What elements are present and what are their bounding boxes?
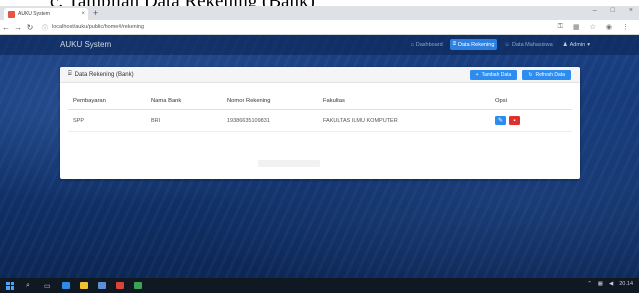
users-icon: ☺ [504, 41, 511, 48]
panel-actions: + Tambah Data ↻ Refresh Data [469, 70, 571, 80]
refresh-data-button[interactable]: ↻ Refresh Data [522, 70, 571, 80]
search-icon[interactable]: ⌕ [26, 282, 34, 289]
rekening-table: Pembayaran Nama Bank Nomor Rekening Faku… [68, 93, 572, 132]
nav-data-rekening[interactable]: ⌸ Data Rekening [449, 39, 498, 50]
bookmark-star-icon[interactable]: ☆ [590, 23, 596, 31]
bank-icon: ⌸ [68, 71, 72, 77]
clock[interactable]: 20.14 [619, 281, 633, 287]
browser-tab[interactable]: AUKU System × [4, 8, 88, 20]
cell-pembayaran: SPP [68, 109, 146, 132]
home-icon: ⌂ [410, 41, 414, 48]
site-info-icon[interactable]: ⓘ [42, 23, 48, 32]
column-header[interactable]: Nomor Rekening [222, 93, 318, 110]
cell-fakultas: FAKULTAS ILMU KOMPUTER [318, 109, 490, 132]
profile-icon[interactable]: ◉ [606, 23, 612, 31]
bank-icon: ⌸ [452, 41, 457, 47]
table-header-row: Pembayaran Nama Bank Nomor Rekening Faku… [68, 93, 572, 110]
close-window-button[interactable]: × [629, 7, 633, 14]
nav-user-menu[interactable]: ♟ Admin ▾ [560, 40, 593, 50]
table-row: SPP BRI 19386635109831 FAKULTAS ILMU KOM… [68, 109, 572, 132]
browser-toolbar-icons: ⚿ ▦ ☆ ◉ ⋮ [558, 23, 629, 31]
task-view-icon[interactable]: ▭ [44, 282, 52, 290]
plus-icon: + [475, 72, 479, 78]
new-tab-button[interactable]: + [93, 8, 98, 18]
app-brand[interactable]: AUKU System [60, 40, 111, 49]
system-tray: ⌃ ▦ ◀ 20.14 [587, 281, 633, 287]
key-icon[interactable]: ⚿ [558, 23, 563, 31]
address-bar-row: ← → ↻ ⓘ localhost/auku/public/home#/reke… [0, 20, 639, 35]
minimize-button[interactable]: – [593, 7, 597, 14]
maximize-button[interactable]: □ [611, 7, 615, 14]
cell-opsi: ✎ ▪ [490, 109, 572, 132]
nav-data-mahasiswa[interactable]: ☺ Data Mahasiswa [501, 40, 555, 50]
reload-icon[interactable]: ↻ [24, 23, 36, 32]
edit-icon: ✎ [497, 118, 504, 124]
forward-arrow-icon[interactable]: → [12, 23, 24, 32]
refresh-icon: ↻ [528, 72, 533, 78]
edit-button[interactable]: ✎ [495, 116, 506, 125]
edge-browser-icon[interactable] [62, 282, 70, 289]
cell-nomor-rekening: 19386635109831 [222, 109, 318, 132]
url-text: localhost/auku/public/home#/rekening [52, 24, 145, 30]
column-header[interactable]: Pembayaran [68, 93, 146, 110]
volume-icon[interactable]: ◀ [609, 281, 613, 287]
tab-close-icon[interactable]: × [81, 11, 85, 17]
column-header[interactable]: Nama Bank [146, 93, 222, 110]
app-icon[interactable] [116, 282, 124, 289]
panel-header: ⌸ Data Rekening (Bank) + Tambah Data ↻ R… [60, 67, 580, 83]
chrome-icon[interactable] [134, 282, 142, 289]
column-header: Opsi [490, 93, 572, 110]
browser-tab-strip: AUKU System × + – □ × [0, 6, 639, 20]
file-explorer-icon[interactable] [80, 282, 88, 289]
store-icon[interactable] [98, 282, 106, 289]
pagination-placeholder [258, 160, 320, 167]
taskbar: ⌕ ▭ ⌃ ▦ ◀ 20.14 [0, 278, 639, 293]
cell-nama-bank: BRI [146, 109, 222, 132]
app-navbar: AUKU System ⌂ Dashboard ⌸ Data Rekening … [0, 35, 639, 55]
app-page: AUKU System ⌂ Dashboard ⌸ Data Rekening … [0, 35, 639, 278]
tab-title: AUKU System [18, 11, 50, 17]
chevron-up-icon[interactable]: ⌃ [587, 281, 592, 287]
window-controls: – □ × [593, 7, 633, 14]
caret-down-icon: ▾ [587, 41, 590, 48]
column-header[interactable]: Fakultas [318, 93, 490, 110]
delete-button[interactable]: ▪ [509, 116, 520, 125]
nav-links: ⌂ Dashboard ⌸ Data Rekening ☺ Data Mahas… [407, 39, 593, 50]
add-data-button[interactable]: + Tambah Data [469, 70, 518, 80]
trash-icon: ▪ [513, 117, 516, 124]
back-arrow-icon[interactable]: ← [0, 23, 12, 32]
panel-title: ⌸ Data Rekening (Bank) [68, 71, 134, 78]
favicon-icon [8, 10, 15, 18]
address-bar[interactable]: ⓘ localhost/auku/public/home#/rekening [42, 22, 558, 32]
nav-dashboard[interactable]: ⌂ Dashboard [407, 40, 445, 50]
menu-dots-icon[interactable]: ⋮ [622, 23, 629, 31]
windows-start-icon[interactable] [6, 281, 14, 290]
taskbar-icons: ⌕ ▭ [26, 282, 142, 290]
extensions-icon[interactable]: ▦ [573, 23, 580, 31]
rekening-panel: ⌸ Data Rekening (Bank) + Tambah Data ↻ R… [60, 67, 580, 179]
user-icon: ♟ [562, 41, 568, 48]
network-icon[interactable]: ▦ [598, 281, 603, 287]
